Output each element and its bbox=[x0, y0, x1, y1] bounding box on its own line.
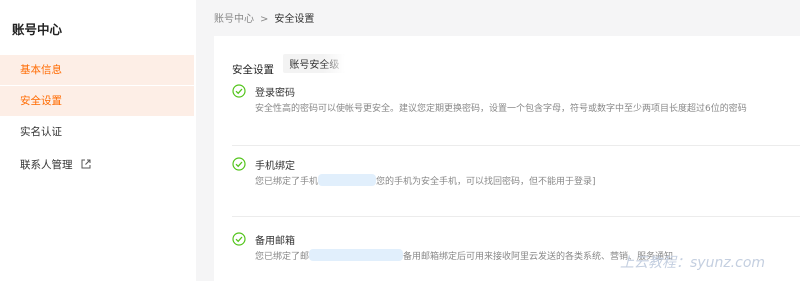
breadcrumb: 账号中心 > 安全设置 bbox=[214, 10, 314, 25]
divider bbox=[232, 145, 800, 146]
check-circle-icon bbox=[232, 231, 246, 250]
desc-after: 您的手机为安全手机，可以找回密码，但不能用于登录] bbox=[376, 177, 596, 187]
security-item-desc: 您已绑定了邮 备用邮箱绑定后可用来接收阿里云发送的各类系统、营销、服务通知 bbox=[255, 249, 673, 262]
desc-before: 您已绑定了邮 bbox=[255, 252, 310, 262]
breadcrumb-separator: > bbox=[260, 14, 269, 25]
sidebar-title: 账号中心 bbox=[12, 22, 63, 37]
sidebar-item-security[interactable]: 安全设置 bbox=[0, 86, 194, 116]
security-item-title: 备用邮箱 bbox=[255, 236, 295, 247]
redacted-phone bbox=[318, 174, 377, 186]
check-circle-icon bbox=[232, 83, 246, 102]
panel-header: 安全设置 账号安全级 bbox=[232, 54, 346, 77]
security-item-desc: 您已绑定了手机 您的手机为安全手机，可以找回密码，但不能用于登录] bbox=[255, 174, 596, 187]
security-item-desc: 安全性高的密码可以使帐号更安全。建议您定期更换密码，设置一个包含字母，符号或数字… bbox=[255, 104, 747, 114]
sidebar-item-label: 联系人管理 bbox=[20, 159, 73, 171]
sidebar-item-basic-info[interactable]: 基本信息 bbox=[0, 55, 194, 85]
breadcrumb-parent[interactable]: 账号中心 bbox=[214, 14, 254, 25]
panel-title: 安全设置 bbox=[232, 64, 274, 76]
redacted-email bbox=[309, 249, 404, 261]
sidebar-item-label: 安全设置 bbox=[20, 95, 62, 107]
check-circle-icon bbox=[232, 156, 246, 175]
security-item-title: 手机绑定 bbox=[255, 161, 295, 172]
desc-before: 您已绑定了手机 bbox=[255, 177, 319, 187]
sidebar-item-label: 实名认证 bbox=[20, 126, 62, 138]
external-link-icon bbox=[81, 151, 91, 181]
tab-account-security-level[interactable]: 账号安全级 bbox=[283, 54, 346, 73]
watermark: 上云教程：syunz.com bbox=[620, 255, 766, 271]
breadcrumb-current: 安全设置 bbox=[274, 14, 315, 25]
security-item-title: 登录密码 bbox=[255, 88, 295, 99]
sidebar: 账号中心 基本信息 安全设置 实名认证 联系人管理 bbox=[0, 0, 196, 281]
tab-fade bbox=[323, 54, 346, 73]
sidebar-item-real-name[interactable]: 实名认证 bbox=[0, 117, 194, 147]
sidebar-item-label: 基本信息 bbox=[20, 64, 62, 76]
divider bbox=[232, 216, 800, 217]
security-settings-panel: 安全设置 账号安全级 登录密码 安全性高的密码可以使帐号更安全。建议您定期更换密… bbox=[214, 36, 800, 281]
sidebar-item-contacts[interactable]: 联系人管理 bbox=[0, 150, 194, 180]
